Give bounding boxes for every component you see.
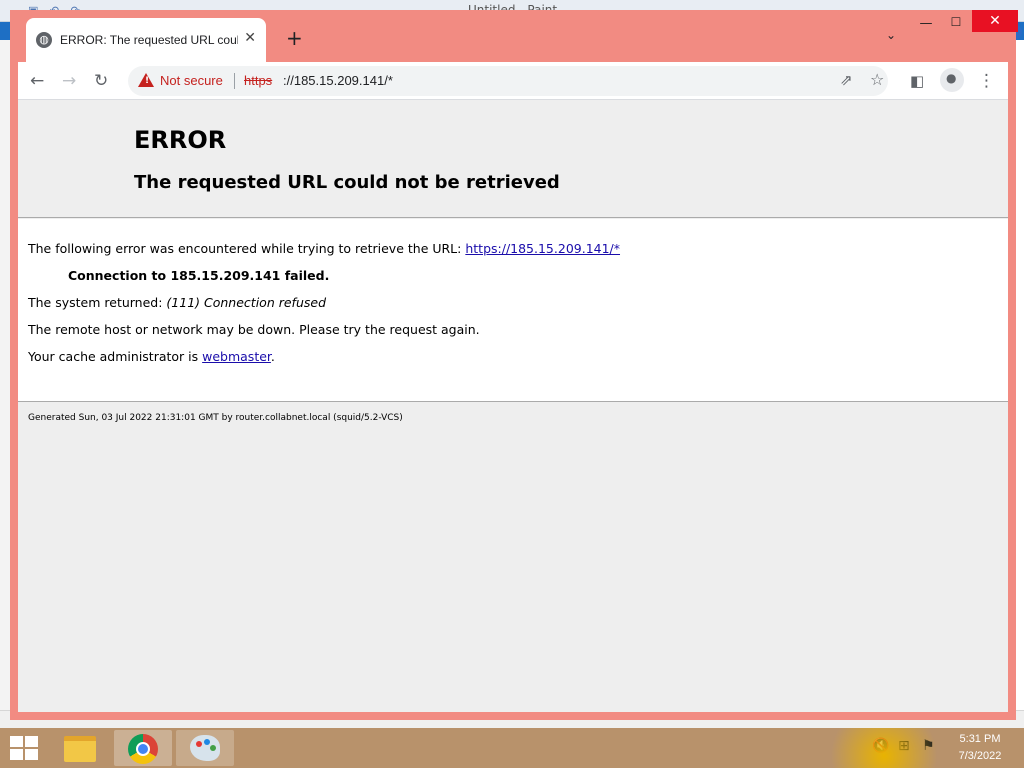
taskbar-file-explorer[interactable] bbox=[52, 730, 110, 766]
url-scheme: https bbox=[244, 73, 273, 88]
tab-active[interactable]: ◍ ERROR: The requested URL could not be … bbox=[26, 18, 266, 62]
back-icon[interactable]: ← bbox=[30, 71, 44, 91]
page-subtitle: The requested URL could not be retrieved bbox=[134, 172, 560, 193]
chrome-window: ◍ ERROR: The requested URL could not be … bbox=[10, 10, 1018, 720]
minimize-button[interactable]: — bbox=[916, 16, 936, 31]
cache-admin-text: Your cache administrator is bbox=[28, 349, 203, 364]
error-url-text: The following error was encountered whil… bbox=[28, 241, 466, 256]
webmaster-link[interactable]: webmaster bbox=[202, 349, 271, 364]
windows-logo-pane bbox=[25, 736, 38, 747]
warning-mark: ! bbox=[145, 76, 150, 86]
page-content: ERROR The requested URL could not be ret… bbox=[18, 100, 1008, 712]
page-title: ERROR bbox=[134, 126, 227, 154]
globe-icon: ◍ bbox=[36, 32, 52, 48]
taskbar-chrome[interactable] bbox=[114, 730, 172, 766]
maximize-button[interactable]: ☐ bbox=[946, 15, 966, 29]
palette-dot bbox=[196, 741, 202, 747]
remote-host-text: The remote host or network may be down. … bbox=[28, 322, 480, 337]
url-text: ://185.15.209.141/* bbox=[283, 73, 393, 88]
connection-failed-text: Connection to 185.15.209.141 failed. bbox=[68, 268, 330, 283]
windows-logo-pane bbox=[10, 736, 23, 747]
taskbar-glow bbox=[800, 728, 940, 768]
bookmark-star-icon[interactable]: ☆ bbox=[870, 70, 884, 89]
side-panel-icon[interactable]: ◧ bbox=[910, 71, 924, 91]
menu-kebab-icon[interactable]: ⋮ bbox=[978, 71, 995, 91]
share-icon[interactable]: ⇗ bbox=[840, 71, 853, 89]
clock-time[interactable]: 5:31 PM bbox=[940, 733, 1020, 745]
close-window-button[interactable]: ✕ bbox=[972, 10, 1018, 32]
address-separator bbox=[234, 73, 235, 89]
palette-dot bbox=[210, 745, 216, 751]
palette-dot bbox=[204, 739, 210, 745]
clock-date[interactable]: 7/3/2022 bbox=[940, 750, 1020, 762]
windows-logo-pane bbox=[10, 749, 23, 760]
generated-footer: Generated Sun, 03 Jul 2022 21:31:01 GMT … bbox=[28, 413, 403, 423]
error-url-link[interactable]: https://185.15.209.141/* bbox=[465, 241, 620, 256]
profile-avatar[interactable]: ● bbox=[940, 68, 964, 92]
cache-admin-end: . bbox=[270, 349, 275, 364]
reload-icon[interactable]: ↻ bbox=[94, 71, 108, 91]
address-bar[interactable]: ! Not secure https ://185.15.209.141/* ⇗… bbox=[128, 66, 888, 96]
taskbar-paint[interactable] bbox=[176, 730, 234, 766]
paint-palette-icon bbox=[190, 735, 220, 761]
tab-search-button[interactable]: ⌄ bbox=[886, 28, 896, 42]
security-indicator[interactable]: Not secure bbox=[160, 73, 223, 88]
error-details: The following error was encountered whil… bbox=[18, 219, 1008, 402]
person-icon: ● bbox=[946, 71, 957, 85]
error-header: ERROR The requested URL could not be ret… bbox=[18, 100, 1008, 218]
chrome-icon-center bbox=[136, 742, 150, 756]
cache-admin-line: Your cache administrator is webmaster. bbox=[28, 349, 275, 364]
system-returned-code: (111) Connection refused bbox=[166, 295, 326, 310]
browser-toolbar: ← → ↻ ! Not secure https ://185.15.209.1… bbox=[18, 62, 1008, 100]
system-returned-line: The system returned: (111) Connection re… bbox=[28, 295, 326, 310]
folder-icon bbox=[64, 736, 96, 762]
windows-logo-pane bbox=[25, 749, 38, 760]
error-url-line: The following error was encountered whil… bbox=[28, 241, 620, 256]
close-tab-icon[interactable]: ✕ bbox=[244, 30, 256, 46]
system-returned-text: The system returned: bbox=[28, 295, 167, 310]
new-tab-button[interactable]: + bbox=[286, 28, 303, 48]
chrome-icon bbox=[128, 734, 158, 764]
forward-icon[interactable]: → bbox=[62, 71, 76, 91]
tab-title: ERROR: The requested URL could not be re… bbox=[60, 33, 238, 47]
start-button[interactable] bbox=[10, 736, 38, 760]
chrome-window-inner: ◍ ERROR: The requested URL could not be … bbox=[18, 10, 1018, 712]
tab-strip: ◍ ERROR: The requested URL could not be … bbox=[18, 10, 1018, 62]
